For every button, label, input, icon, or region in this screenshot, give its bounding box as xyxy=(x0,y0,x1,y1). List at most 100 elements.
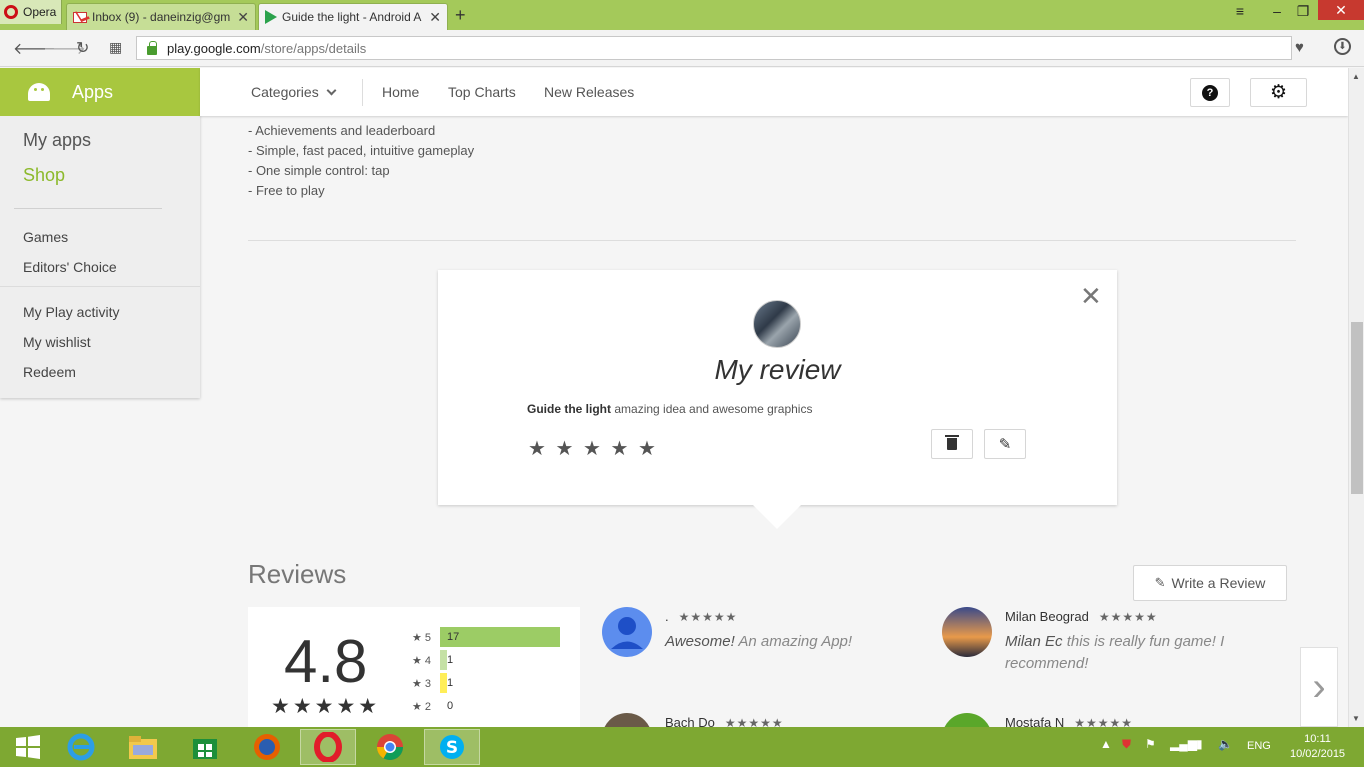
my-review-text: Guide the light amazing idea and awesome… xyxy=(527,402,812,416)
sidebar-item-my-play-activity[interactable]: My Play activity xyxy=(23,304,119,320)
firefox-icon[interactable] xyxy=(239,729,295,765)
android-icon xyxy=(28,83,50,101)
windows-logo-icon xyxy=(16,735,40,759)
security-shield-icon[interactable]: ⛊ xyxy=(1122,737,1131,752)
average-rating: 4.8 xyxy=(284,628,368,695)
sidebar-header-label: Apps xyxy=(72,81,114,102)
review-author: . ★★★★★ xyxy=(665,609,738,624)
settings-button[interactable]: ⚙ xyxy=(1250,78,1307,107)
address-bar[interactable]: play.google.com/store/apps/details xyxy=(136,36,1292,60)
write-review-button[interactable]: ✎ Write a Review xyxy=(1133,565,1287,601)
scroll-up-icon[interactable]: ▲ xyxy=(1352,72,1360,81)
review-stars: ★★★★★ xyxy=(1098,610,1158,624)
reviews-heading: Reviews xyxy=(248,559,347,589)
scrollbar-thumb[interactable] xyxy=(1351,322,1363,494)
sidebar-item-my-apps[interactable]: My apps xyxy=(23,130,91,151)
internet-explorer-icon[interactable] xyxy=(53,729,109,765)
opera-logo-icon xyxy=(4,5,18,19)
download-icon[interactable]: ⬇ xyxy=(1334,38,1351,55)
input-language[interactable]: ENG xyxy=(1247,740,1271,752)
opera-menu-button[interactable]: Opera xyxy=(0,0,62,24)
tab-new-releases[interactable]: New Releases xyxy=(544,84,634,100)
file-explorer-icon[interactable] xyxy=(115,729,171,765)
sidebar-divider xyxy=(0,286,200,287)
review-body: Awesome! An amazing App! xyxy=(665,633,853,650)
delete-review-button[interactable] xyxy=(931,429,973,459)
minimize-icon[interactable]: – xyxy=(1267,0,1287,22)
histogram-row: ★ 3 1 xyxy=(412,673,453,693)
average-rating-stars: ★★★★★ xyxy=(271,695,381,718)
histogram-bar xyxy=(440,673,447,693)
user-avatar xyxy=(602,713,652,727)
clock-time: 10:11 xyxy=(1304,733,1331,745)
skype-icon[interactable]: S xyxy=(424,729,480,765)
tab-title: Inbox (9) - daneinzig@gm xyxy=(92,10,231,24)
window-close-button[interactable]: ✕ xyxy=(1318,0,1364,20)
top-navigation: Categories Home Top Charts New Releases … xyxy=(200,68,1348,116)
my-review-body: amazing idea and awesome graphics xyxy=(614,402,813,416)
topnav-divider xyxy=(362,79,363,106)
action-center-icon[interactable]: ⚑ xyxy=(1145,737,1156,751)
review-stars: ★★★★★ xyxy=(678,610,738,624)
user-avatar xyxy=(753,300,801,348)
sidebar-item-shop[interactable]: Shop xyxy=(23,165,65,186)
battery-icon[interactable]: ▮ xyxy=(1196,737,1203,751)
windows-store-icon[interactable] xyxy=(177,729,233,765)
page-scrollbar[interactable]: ▲ ▼ xyxy=(1348,68,1364,727)
write-review-label: Write a Review xyxy=(1171,575,1266,591)
speed-dial-grid-icon[interactable]: ▦ xyxy=(109,39,122,56)
gmail-icon xyxy=(73,11,87,23)
sidebar-item-my-wishlist[interactable]: My wishlist xyxy=(23,334,91,350)
histogram-label: ★ 2 xyxy=(412,700,432,713)
svg-text:S: S xyxy=(446,738,458,758)
histogram-bar xyxy=(440,650,447,670)
sidebar-divider xyxy=(14,208,162,209)
windows-taskbar: S ▲ ⛊ ⚑ ▂▄▆ ▮ 🔈 ENG 10:11 10/02/2015 xyxy=(0,727,1364,767)
tab-title: Guide the light - Android A xyxy=(282,10,422,24)
reload-icon[interactable]: ↻ xyxy=(76,38,89,58)
tab-gmail-inbox[interactable]: Inbox (9) - daneinzig@gm ✕ xyxy=(66,3,256,30)
new-tab-button[interactable]: + xyxy=(455,5,466,26)
tab-menu-icon[interactable]: ≡ xyxy=(1230,0,1250,22)
histogram-label: ★ 4 xyxy=(412,654,432,667)
my-review-card: ✕ My review Guide the light amazing idea… xyxy=(438,270,1117,505)
description-line: - Free to play xyxy=(248,183,325,198)
histogram-count: 0 xyxy=(447,700,454,712)
histogram-row: ★ 4 1 xyxy=(412,650,453,670)
tab-home[interactable]: Home xyxy=(382,84,419,100)
review-author: Mostafa N ★★★★★ xyxy=(1005,715,1133,727)
heart-icon[interactable]: ♥ xyxy=(1295,39,1304,56)
browser-tab-bar: Opera Inbox (9) - daneinzig@gm ✕ Guide t… xyxy=(0,0,1364,30)
windows-start-button[interactable] xyxy=(0,729,56,765)
tab-close-icon[interactable]: ✕ xyxy=(429,9,441,26)
trash-icon xyxy=(945,435,959,450)
sidebar-apps-header[interactable]: Apps xyxy=(0,68,200,116)
chrome-icon[interactable] xyxy=(362,729,418,765)
close-icon[interactable]: ✕ xyxy=(1080,283,1102,309)
sidebar-item-redeem[interactable]: Redeem xyxy=(23,364,76,380)
sidebar-item-editors-choice[interactable]: Editors' Choice xyxy=(23,259,117,275)
tab-close-icon[interactable]: ✕ xyxy=(237,9,249,26)
pencil-icon: ✎ xyxy=(1154,575,1166,590)
scroll-down-icon[interactable]: ▼ xyxy=(1352,714,1360,723)
system-clock[interactable]: 10:11 10/02/2015 xyxy=(1290,732,1345,762)
categories-dropdown[interactable]: Categories xyxy=(251,84,337,100)
network-icon[interactable]: ▂▄▆ xyxy=(1170,737,1197,751)
chevron-down-icon xyxy=(326,85,337,96)
tab-guide-the-light[interactable]: Guide the light - Android A ✕ xyxy=(258,3,448,30)
opera-taskbar-icon[interactable] xyxy=(300,729,356,765)
section-divider xyxy=(248,240,1296,241)
restore-icon[interactable]: ❐ xyxy=(1293,0,1313,22)
edit-review-button[interactable]: ✎ xyxy=(984,429,1026,459)
review-stars: ★★★★★ xyxy=(1074,716,1134,727)
url-path: /store/apps/details xyxy=(260,40,367,56)
sidebar-item-games[interactable]: Games xyxy=(23,229,68,245)
secure-lock-icon xyxy=(147,40,157,55)
show-hidden-icons[interactable]: ▲ xyxy=(1100,737,1112,751)
help-button[interactable]: ? xyxy=(1190,78,1230,107)
volume-icon[interactable]: 🔈 xyxy=(1218,737,1233,751)
next-reviews-button[interactable]: › xyxy=(1300,647,1338,727)
review-body: Milan Ec this is really fun game! I reco… xyxy=(1005,633,1225,672)
histogram-label: ★ 3 xyxy=(412,677,432,690)
tab-top-charts[interactable]: Top Charts xyxy=(448,84,516,100)
